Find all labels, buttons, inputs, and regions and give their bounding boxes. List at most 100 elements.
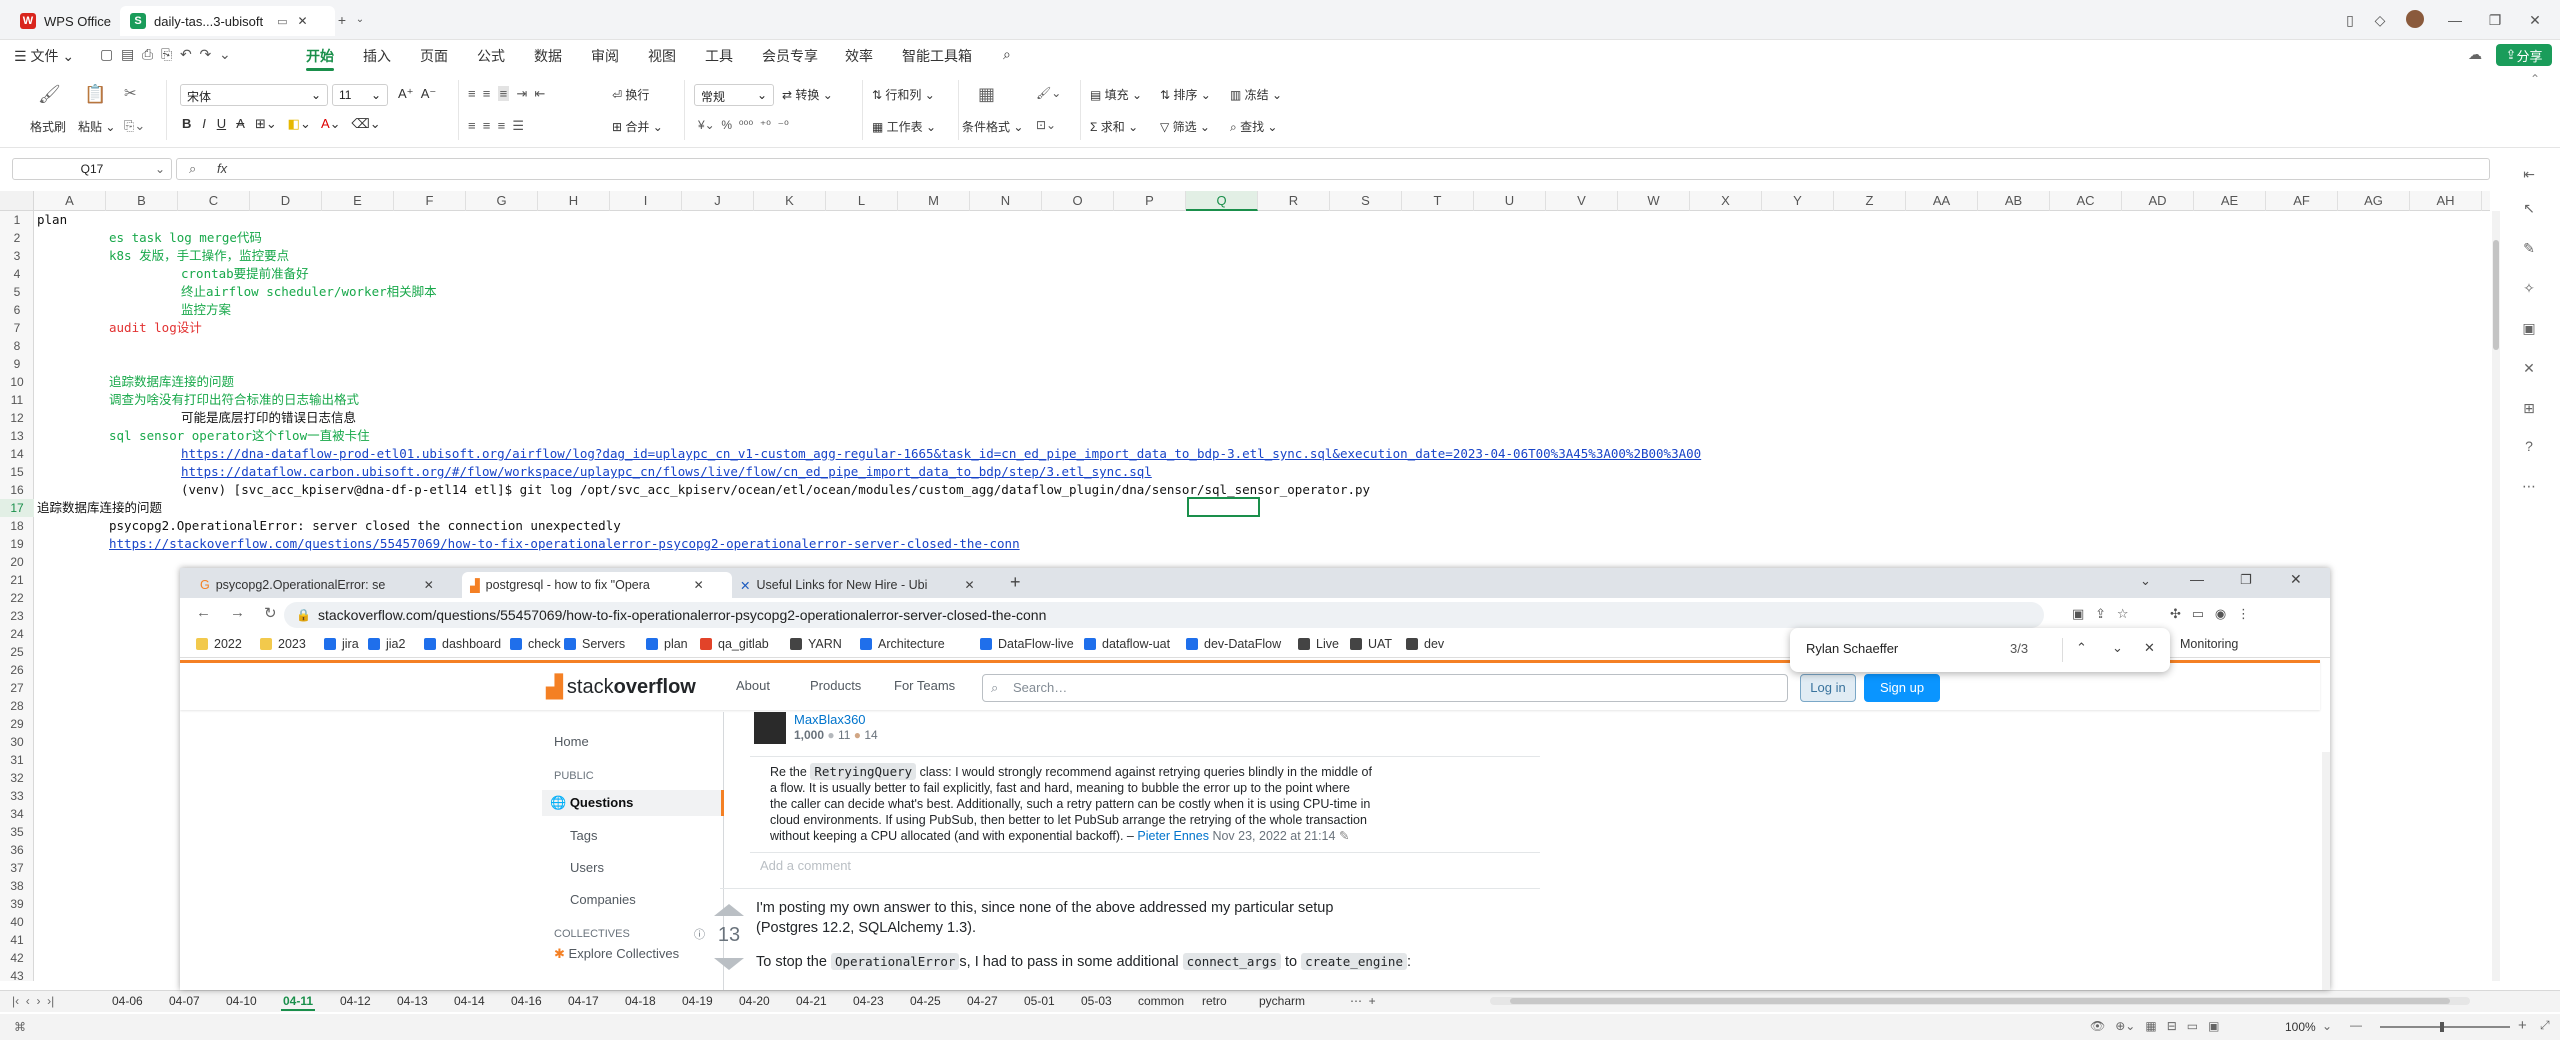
- column-header[interactable]: Z: [1834, 191, 1906, 211]
- bookmark-check[interactable]: check: [510, 637, 561, 651]
- row-header[interactable]: 37: [0, 859, 34, 877]
- font-style-buttons[interactable]: B I U A ⊞⌄ ◧⌄ A⌄ ⌫⌄: [182, 116, 381, 132]
- cell-c6[interactable]: 监控方案: [181, 301, 231, 319]
- collapse-ribbon-icon[interactable]: ⌃: [2530, 72, 2540, 86]
- url-input[interactable]: 🔒 stackoverflow.com/questions/55457069/h…: [284, 602, 2044, 628]
- align-bottom-buttons[interactable]: ≡ ≡ ≡ ☰: [468, 118, 524, 134]
- magic-icon[interactable]: ✧: [2520, 280, 2538, 298]
- search-icon[interactable]: ⌕: [1003, 46, 1011, 63]
- column-header[interactable]: AC: [2050, 191, 2122, 211]
- new-tab-icon[interactable]: +: [332, 10, 352, 30]
- sheet-tab[interactable]: pycharm: [1259, 994, 1305, 1008]
- row-header[interactable]: 18: [0, 517, 34, 535]
- comment-date[interactable]: Nov 23, 2022 at 21:14: [1212, 829, 1335, 843]
- column-header[interactable]: G: [466, 191, 538, 211]
- fill-button[interactable]: ▤ 填充 ⌄: [1090, 86, 1142, 103]
- column-header[interactable]: W: [1618, 191, 1690, 211]
- bookmark-dataflow-uat[interactable]: dataflow-uat: [1084, 637, 1170, 651]
- cell-a17[interactable]: 追踪数据库连接的问题: [37, 499, 162, 517]
- row-header[interactable]: 8: [0, 337, 34, 355]
- menu-tools[interactable]: 工具: [705, 46, 733, 66]
- menu-view[interactable]: 视图: [648, 46, 676, 66]
- number-buttons[interactable]: ¥⌄ % ⁰⁰⁰ ⁺⁰ ⁻⁰: [698, 118, 789, 132]
- row-header[interactable]: 34: [0, 805, 34, 823]
- conditional-format-icon[interactable]: ▦: [978, 84, 995, 105]
- nav-users[interactable]: Users: [570, 860, 604, 875]
- column-header[interactable]: H: [538, 191, 610, 211]
- nav-home[interactable]: Home: [554, 734, 589, 749]
- vertical-scroll-thumb[interactable]: [2493, 240, 2499, 350]
- column-header[interactable]: T: [1402, 191, 1474, 211]
- cell-b7[interactable]: audit log设计: [109, 319, 202, 337]
- row-header[interactable]: 42: [0, 949, 34, 967]
- convert-button[interactable]: ⇄ 转换 ⌄: [782, 86, 833, 103]
- browser-tab-useful-links[interactable]: ✕ Useful Links for New Hire - Ubi ✕: [732, 572, 1002, 598]
- column-header[interactable]: E: [322, 191, 394, 211]
- cell-b3[interactable]: k8s 发版，手工操作，监控要点: [109, 247, 289, 265]
- view-mode-icons[interactable]: 👁 ⊕⌄ ▦ ⊟ ▭ ▣: [2090, 1019, 2219, 1033]
- minimize-icon[interactable]: —: [2190, 571, 2204, 587]
- row-header[interactable]: 23: [0, 607, 34, 625]
- row-header[interactable]: 31: [0, 751, 34, 769]
- user-avatar[interactable]: [754, 712, 786, 744]
- column-header[interactable]: J: [682, 191, 754, 211]
- bookmark-dev-dataflow[interactable]: dev-DataFlow: [1186, 637, 1281, 651]
- sheet-tab[interactable]: 04-10: [226, 994, 257, 1008]
- row-header[interactable]: 19: [0, 535, 34, 553]
- sheet-tab[interactable]: 04-13: [397, 994, 428, 1008]
- menu-insert[interactable]: 插入: [363, 46, 391, 66]
- bookmark-yarn[interactable]: YARN: [790, 637, 842, 651]
- cell-b13[interactable]: sql sensor operator这个flow一直被卡住: [109, 427, 370, 445]
- row-header[interactable]: 14: [0, 445, 34, 463]
- column-header[interactable]: X: [1690, 191, 1762, 211]
- sheet-tab[interactable]: 04-11: [280, 994, 316, 1011]
- cell-c14[interactable]: https://dna-dataflow-prod-etl01.ubisoft.…: [181, 445, 1701, 463]
- freeze-button[interactable]: ▥ 冻结 ⌄: [1230, 86, 1282, 103]
- zoom-out-icon[interactable]: —: [2350, 1018, 2362, 1032]
- bookmark-servers[interactable]: Servers: [564, 637, 625, 651]
- cell-a1[interactable]: plan: [37, 211, 67, 229]
- file-menu[interactable]: ☰ 文件 ⌄: [14, 46, 74, 66]
- menu-start[interactable]: 开始: [306, 46, 334, 71]
- zoom-slider-handle[interactable]: [2440, 1022, 2444, 1032]
- menu-efficiency[interactable]: 效率: [845, 46, 873, 66]
- signup-button[interactable]: Sign up: [1864, 674, 1940, 702]
- row-header[interactable]: 9: [0, 355, 34, 373]
- row-header[interactable]: 29: [0, 715, 34, 733]
- row-header[interactable]: 6: [0, 301, 34, 319]
- zoom-in-icon[interactable]: +: [2518, 1017, 2527, 1034]
- row-header[interactable]: 43: [0, 967, 34, 985]
- column-header[interactable]: K: [754, 191, 826, 211]
- so-nav-for-teams[interactable]: For Teams: [894, 678, 955, 693]
- cell-b19[interactable]: https://stackoverflow.com/questions/5545…: [109, 535, 1020, 553]
- filter-button[interactable]: ▽ 筛选 ⌄: [1160, 118, 1210, 135]
- bookmark-uat[interactable]: UAT: [1350, 637, 1392, 651]
- format-painter-icon[interactable]: 🖌: [38, 84, 61, 105]
- row-header[interactable]: 22: [0, 589, 34, 607]
- info-icon[interactable]: ⓘ: [694, 926, 705, 942]
- more-icon[interactable]: ⋯: [2520, 478, 2538, 496]
- align-top-buttons[interactable]: ≡ ≡ ≡ ⇥ ⇤: [468, 86, 545, 102]
- find-input[interactable]: Rylan Schaeffer: [1806, 641, 1898, 656]
- zoom-slider[interactable]: [2380, 1026, 2510, 1028]
- find-prev-icon[interactable]: ⌃: [2076, 640, 2087, 656]
- sheet-tab[interactable]: 04-14: [454, 994, 485, 1008]
- so-nav-about[interactable]: About: [736, 678, 770, 693]
- cell-style-icon[interactable]: 🖌⌄: [1036, 86, 1061, 100]
- row-header[interactable]: 1: [0, 211, 34, 229]
- column-header[interactable]: R: [1258, 191, 1330, 211]
- sheet-tab[interactable]: common: [1138, 994, 1184, 1008]
- layout-icon[interactable]: ▯: [2340, 10, 2360, 30]
- bookmark-live[interactable]: Live: [1298, 637, 1339, 651]
- close-icon[interactable]: ✕: [2290, 571, 2302, 588]
- copy-icon[interactable]: ⎘⌄: [124, 118, 145, 134]
- column-header[interactable]: AF: [2266, 191, 2338, 211]
- row-header[interactable]: 24: [0, 625, 34, 643]
- user-name[interactable]: MaxBlax360: [794, 712, 866, 727]
- row-header[interactable]: 32: [0, 769, 34, 787]
- upvote-icon[interactable]: [714, 904, 744, 916]
- paint-icon[interactable]: ✎: [2520, 240, 2538, 258]
- row-header[interactable]: 33: [0, 787, 34, 805]
- worksheet-button[interactable]: ▦ 工作表 ⌄: [872, 118, 936, 135]
- bookmark-dashboard[interactable]: dashboard: [424, 637, 501, 651]
